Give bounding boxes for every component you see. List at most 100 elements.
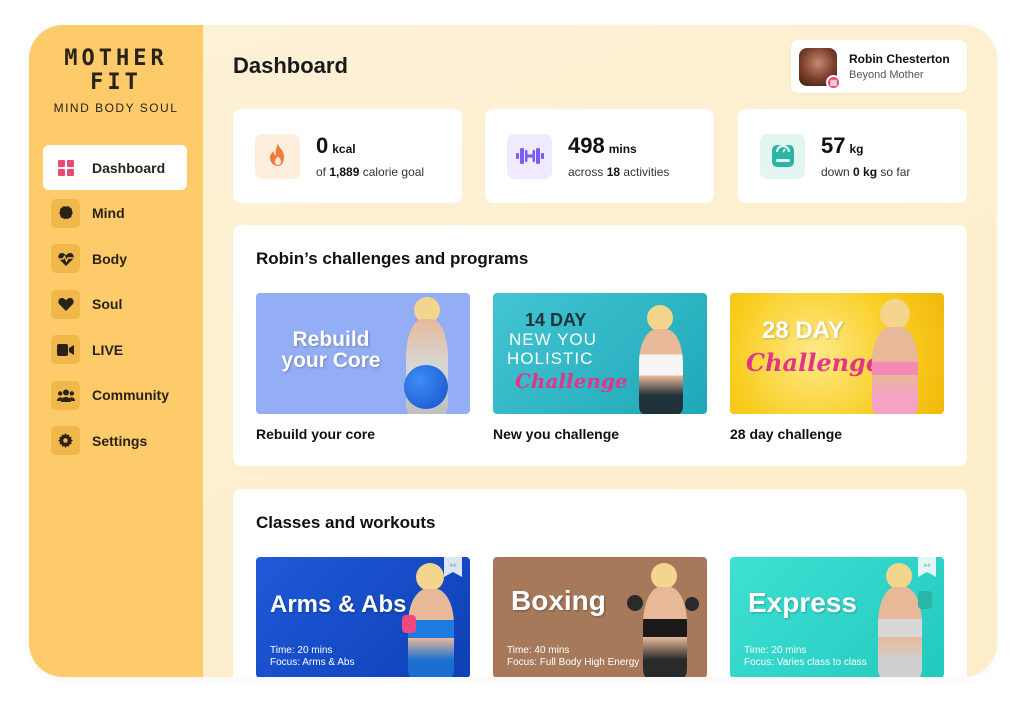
kettlebell-image: [402, 615, 416, 633]
instructor-figure: [886, 563, 912, 589]
instructor-figure: [408, 589, 454, 677]
stat-sub-prefix: of: [316, 165, 330, 179]
challenge-card-new-you[interactable]: 14 DAY NEW YOU HOLISTIC Challenge New yo…: [493, 293, 707, 442]
exercise-ball-image: [404, 365, 448, 409]
classes-panel: Classes and workouts Arms & Abs ⇿ Time: …: [233, 489, 967, 677]
stat-value: 498: [568, 133, 605, 158]
thumb-line-3: HOLISTIC: [507, 349, 594, 368]
sidebar-item-label: Dashboard: [92, 159, 166, 176]
instructor-figure: [872, 327, 918, 414]
instructor-figure: [651, 563, 677, 589]
stat-sub-prefix: across: [568, 165, 607, 179]
instructor-figure: [880, 299, 910, 329]
main-content: Dashboard ▦ Robin Chesterton Beyond Moth…: [203, 25, 997, 677]
class-thumbnail[interactable]: Express ⇿ Time: 20 mins Focus: Varies cla…: [730, 557, 944, 677]
page-title: Dashboard: [233, 53, 348, 78]
video-camera-icon: [51, 335, 80, 364]
challenge-thumbnail[interactable]: 14 DAY NEW YOU HOLISTIC Challenge: [493, 293, 707, 414]
class-thumbnail[interactable]: Boxing Time: 40 mins Focus: Full Body Hig…: [493, 557, 707, 677]
grid-icon: [51, 153, 80, 182]
dumbbell-icon: [507, 133, 552, 179]
stat-card-weight: 57 kg down 0 kg so far: [738, 109, 967, 203]
stat-unit: kg: [849, 142, 864, 156]
logo-line-1: MOTHER: [64, 46, 168, 71]
sidebar-item-label: Body: [92, 250, 127, 267]
challenge-label: 28 day challenge: [730, 426, 843, 442]
sidebar-item-soul[interactable]: Soul: [43, 282, 187, 327]
profile-card[interactable]: ▦ Robin Chesterton Beyond Mother: [791, 40, 967, 93]
class-card-express[interactable]: Express ⇿ Time: 20 mins Focus: Varies cla…: [730, 557, 944, 677]
sidebar-item-live[interactable]: LIVE: [43, 327, 187, 372]
stat-sub-suffix: calorie goal: [359, 165, 425, 179]
class-focus: Focus: Full Body High Energy: [507, 657, 640, 668]
sidebar-nav: Dashboard Mind Body Soul LIVE Community …: [43, 145, 187, 464]
logo-line-2: FIT: [90, 70, 142, 95]
sidebar-item-settings[interactable]: Settings: [43, 418, 187, 463]
stat-card-minutes: 498 mins across 18 activities: [485, 109, 714, 203]
heartbeat-icon: [51, 244, 80, 273]
stat-sub-bold: 1,889: [329, 165, 360, 179]
app-window: MOTHER FIT MIND BODY SOUL Dashboard Mind: [29, 25, 997, 677]
dumbbell-tag-icon: ⇿: [444, 557, 462, 577]
class-title: Express: [748, 587, 857, 618]
challenges-panel: Robin’s challenges and programs Rebuild …: [233, 225, 967, 466]
sidebar-item-body[interactable]: Body: [43, 236, 187, 281]
sidebar-item-label: Settings: [92, 432, 148, 449]
thumb-line-1: 14 DAY: [525, 310, 587, 330]
challenge-thumbnail[interactable]: 28 DAY Challenge: [730, 293, 944, 414]
sidebar-item-community[interactable]: Community: [43, 373, 187, 418]
thumb-title: Rebuild your Core: [281, 328, 381, 372]
class-focus: Focus: Arms & Abs: [270, 657, 355, 668]
stat-unit: mins: [608, 142, 637, 156]
stat-card-calories: 0 kcal of 1,889 calorie goal: [233, 109, 462, 203]
profile-name: Robin Chesterton: [849, 52, 950, 66]
stat-unit: kcal: [332, 142, 356, 156]
thumb-line-1: 28 DAY: [762, 317, 844, 344]
stat-sub-suffix: activities: [620, 165, 670, 179]
brain-icon: [51, 198, 80, 228]
sidebar-item-dashboard[interactable]: Dashboard: [43, 145, 187, 190]
class-title: Arms & Abs: [270, 591, 407, 618]
sidebar-item-label: Community: [92, 387, 169, 403]
challenge-thumbnail[interactable]: Rebuild your Core: [256, 293, 470, 414]
class-card-arms-abs[interactable]: Arms & Abs ⇿ Time: 20 mins Focus: Arms & …: [256, 557, 470, 677]
class-time: Time: 40 mins: [507, 645, 570, 656]
challenge-card-28-day[interactable]: 28 DAY Challenge 28 day challenge: [730, 293, 944, 442]
instructor-figure: [878, 587, 922, 677]
instructor-figure: [416, 563, 444, 591]
challenge-card-rebuild-core[interactable]: Rebuild your Core Rebuild your core: [256, 293, 470, 442]
class-time: Time: 20 mins: [744, 645, 807, 656]
stat-sub-suffix: so far: [877, 165, 911, 179]
thumb-line-2: Challenge: [746, 348, 882, 377]
instructor-figure: [647, 305, 673, 331]
classes-title: Classes and workouts: [256, 513, 436, 532]
thumb-line-4: Challenge: [515, 369, 628, 393]
stat-sub-bold: 18: [606, 165, 621, 179]
instructor-figure: [639, 329, 683, 414]
heart-icon: [51, 289, 80, 319]
challenge-label: New you challenge: [493, 426, 620, 442]
stat-value: 0: [316, 133, 329, 158]
challenge-label: Rebuild your core: [256, 426, 376, 442]
flame-icon: [255, 133, 300, 179]
class-title: Boxing: [511, 585, 606, 616]
class-thumbnail[interactable]: Arms & Abs ⇿ Time: 20 mins Focus: Arms & …: [256, 557, 470, 677]
avatar: ▦: [799, 47, 841, 90]
calendar-badge-icon: ▦: [826, 74, 841, 90]
stat-value: 57: [821, 133, 846, 158]
stat-sub-bold: 0 kg: [853, 165, 878, 179]
kettlebell-image: [918, 591, 932, 609]
profile-subtitle: Beyond Mother: [849, 69, 924, 81]
dumbbell-tag-icon: ⇿: [918, 557, 936, 577]
scale-icon: [760, 133, 805, 179]
class-time: Time: 20 mins: [270, 645, 333, 656]
instructor-figure: [643, 587, 687, 677]
challenges-title: Robin’s challenges and programs: [256, 249, 529, 268]
users-icon: [51, 380, 80, 410]
class-card-boxing[interactable]: Boxing Time: 40 mins Focus: Full Body Hig…: [493, 557, 707, 677]
sidebar-item-mind[interactable]: Mind: [43, 191, 187, 236]
sidebar-item-label: LIVE: [92, 341, 124, 358]
logo[interactable]: MOTHER FIT MIND BODY SOUL: [29, 46, 203, 116]
class-focus: Focus: Varies class to class: [744, 657, 867, 668]
logo-tagline: MIND BODY SOUL: [53, 101, 179, 115]
